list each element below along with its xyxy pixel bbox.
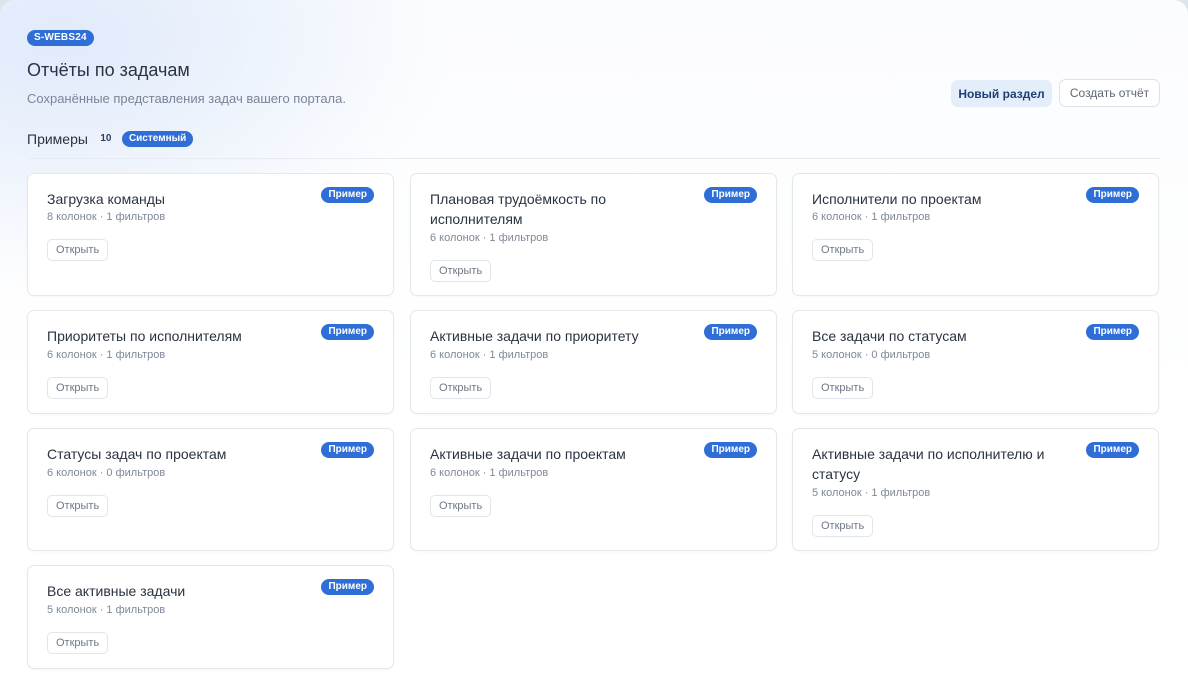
open-report-button[interactable]: Открыть — [812, 515, 874, 537]
report-card-meta: 6 колонок · 1 фильтров — [430, 349, 549, 361]
open-report-button[interactable]: Открыть — [812, 377, 874, 399]
example-badge: Пример — [1086, 324, 1139, 340]
report-card[interactable]: Активные задачи по приоритету Пример 6 к… — [410, 310, 777, 414]
new-section-button[interactable]: Новый раздел — [951, 80, 1052, 107]
report-card-meta: 6 колонок · 0 фильтров — [47, 467, 166, 479]
page-title: Отчёты по задачам — [27, 60, 190, 80]
open-report-button[interactable]: Открыть — [430, 377, 492, 399]
system-badge: Системный — [121, 131, 194, 147]
report-card-meta: 6 колонок · 1 фильтров — [47, 349, 166, 361]
create-report-button[interactable]: Создать отчёт — [1059, 79, 1160, 107]
report-card-title: Приоритеты по исполнителям — [47, 328, 242, 344]
section-divider — [27, 158, 1161, 159]
example-badge: Пример — [704, 324, 757, 340]
report-card-title: Активные задачи по исполнителю и статусу — [812, 446, 1045, 482]
report-card-meta: 8 колонок · 1 фильтров — [47, 211, 166, 223]
open-report-button[interactable]: Открыть — [430, 260, 492, 282]
report-card-title: Все задачи по статусам — [812, 328, 967, 344]
example-badge: Пример — [321, 579, 374, 595]
section-header: Примеры 10 Системный — [27, 129, 194, 149]
report-card-meta: 6 колонок · 1 фильтров — [430, 467, 549, 479]
report-card-title: Плановая трудоёмкость по исполнителям — [430, 191, 607, 227]
report-card[interactable]: Приоритеты по исполнителям Пример 6 коло… — [27, 310, 394, 414]
report-card-title: Загрузка команды — [47, 191, 165, 207]
example-badge: Пример — [321, 324, 374, 340]
report-card-title: Все активные задачи — [47, 583, 186, 599]
example-badge: Пример — [321, 442, 374, 458]
report-card-meta: 5 колонок · 1 фильтров — [47, 604, 166, 616]
report-card-meta: 5 колонок · 1 фильтров — [812, 487, 931, 499]
portal-code-badge: S-WEBS24 — [27, 30, 94, 46]
example-badge: Пример — [704, 442, 757, 458]
section-count-badge: 10 — [95, 131, 116, 147]
example-badge: Пример — [321, 187, 374, 203]
report-card[interactable]: Активные задачи по исполнителю и статусу… — [792, 428, 1159, 551]
open-report-button[interactable]: Открыть — [47, 239, 109, 261]
page-subtitle: Сохранённые представления задач вашего п… — [27, 91, 346, 106]
report-card-meta: 5 колонок · 0 фильтров — [812, 349, 931, 361]
report-card[interactable]: Исполнители по проектам Пример 6 колонок… — [792, 173, 1159, 296]
example-badge: Пример — [1086, 187, 1139, 203]
report-card[interactable]: Плановая трудоёмкость по исполнителям Пр… — [410, 173, 777, 296]
report-card[interactable]: Загрузка команды Пример 8 колонок · 1 фи… — [27, 173, 394, 296]
reports-page: S-WEBS24 Отчёты по задачам Сохранённые п… — [0, 0, 1188, 673]
section-title: Примеры — [27, 131, 88, 147]
open-report-button[interactable]: Открыть — [47, 632, 109, 654]
report-card[interactable]: Статусы задач по проектам Пример 6 колон… — [27, 428, 394, 551]
report-card-title: Активные задачи по приоритету — [430, 328, 639, 344]
report-card-title: Статусы задач по проектам — [47, 446, 227, 462]
report-card-meta: 6 колонок · 1 фильтров — [430, 232, 549, 244]
report-card-title: Исполнители по проектам — [812, 191, 982, 207]
report-card[interactable]: Активные задачи по проектам Пример 6 кол… — [410, 428, 777, 551]
open-report-button[interactable]: Открыть — [430, 495, 492, 517]
open-report-button[interactable]: Открыть — [47, 495, 109, 517]
example-badge: Пример — [704, 187, 757, 203]
report-card-meta: 6 колонок · 1 фильтров — [812, 211, 931, 223]
report-card-title: Активные задачи по проектам — [430, 446, 626, 462]
report-card[interactable]: Все активные задачи Пример 5 колонок · 1… — [27, 565, 394, 669]
report-card[interactable]: Все задачи по статусам Пример 5 колонок … — [792, 310, 1159, 414]
open-report-button[interactable]: Открыть — [47, 377, 109, 399]
example-badge: Пример — [1086, 442, 1139, 458]
open-report-button[interactable]: Открыть — [812, 239, 874, 261]
